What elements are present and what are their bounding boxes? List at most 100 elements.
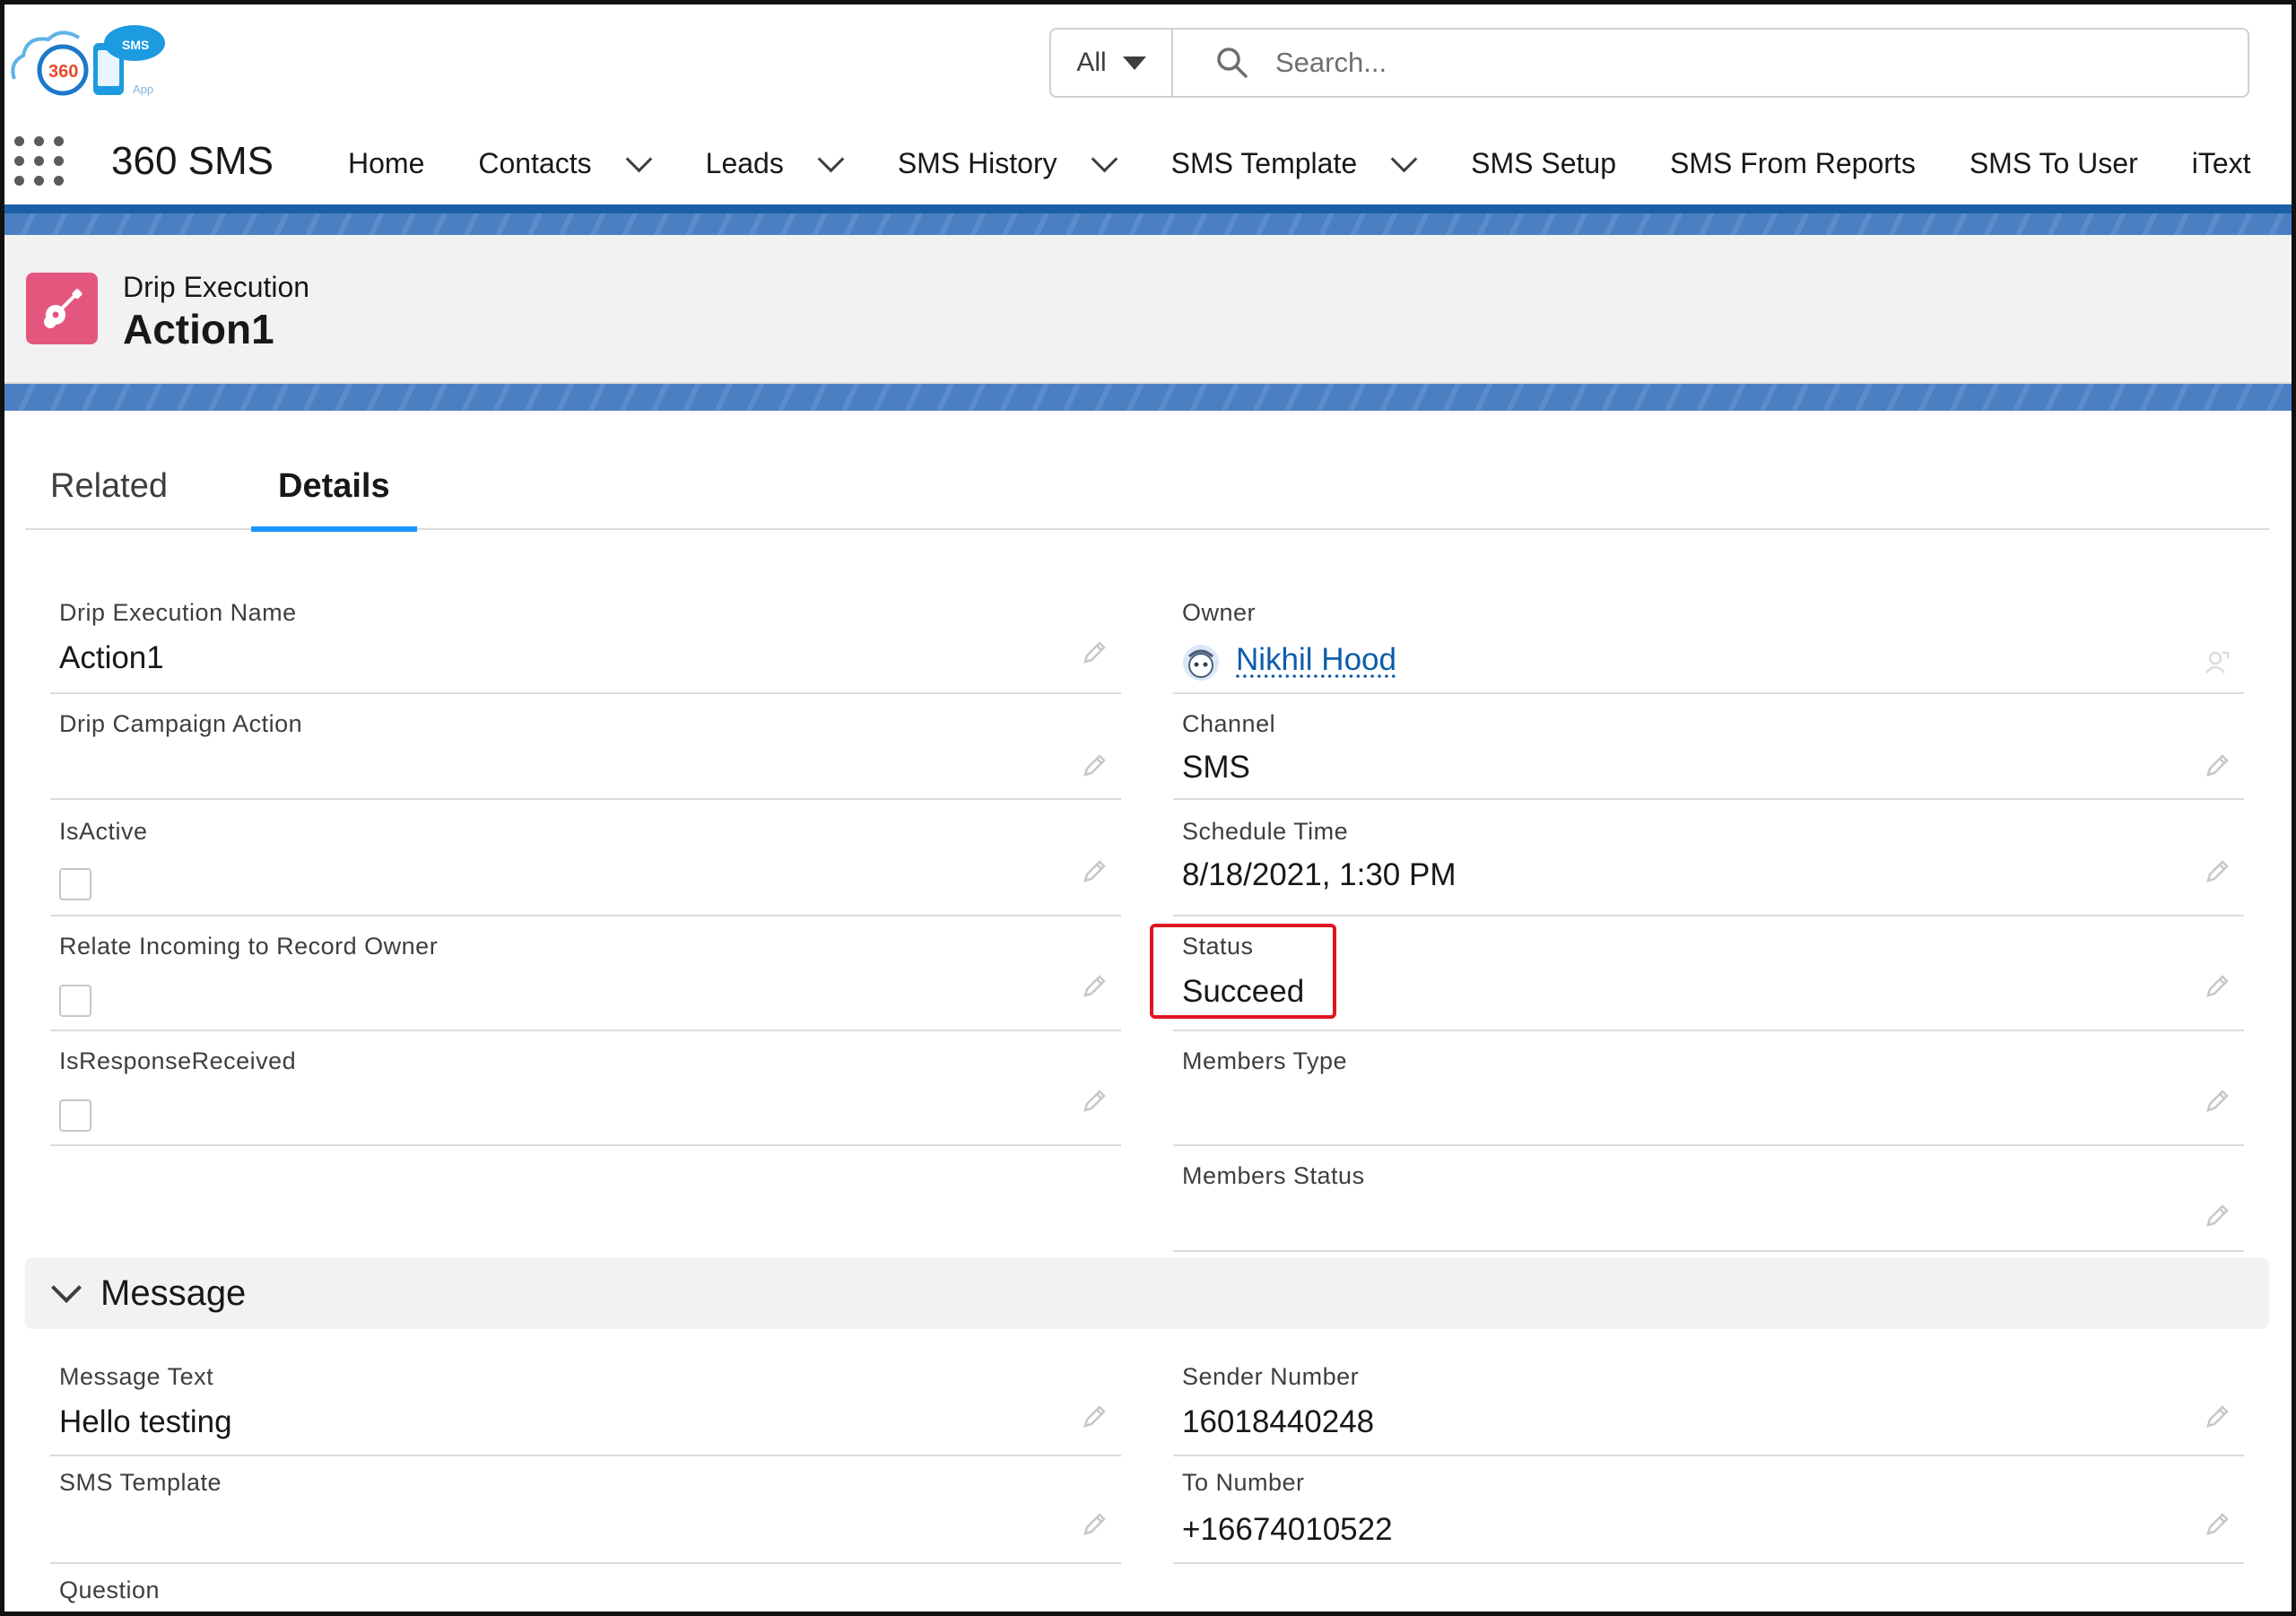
edit-pencil-icon[interactable] <box>2203 1202 2231 1230</box>
edit-pencil-icon[interactable] <box>1080 972 1109 1001</box>
chevron-down-icon[interactable] <box>1091 145 1118 172</box>
nav-item-sms-history[interactable]: SMS History <box>897 145 1118 180</box>
nav-item-label: SMS Setup <box>1471 146 1616 179</box>
nav-item-sms-template[interactable]: SMS Template <box>1170 145 1418 180</box>
field-value: 8/18/2021, 1:30 PM <box>1182 857 1457 892</box>
nav-item-label: Leads <box>705 146 784 179</box>
edit-pencil-icon[interactable] <box>2203 1087 2231 1116</box>
field-label: Owner <box>1182 599 1257 626</box>
field-sms-template: SMS Template <box>50 1465 1121 1564</box>
field-value: SMS <box>1182 750 1250 785</box>
global-search[interactable]: All Search... <box>1049 28 2249 98</box>
field-label: Drip Execution Name <box>59 599 297 626</box>
field-label: SMS Template <box>59 1469 222 1496</box>
nav-item-home[interactable]: Home <box>348 147 424 180</box>
edit-pencil-icon[interactable] <box>2203 752 2231 780</box>
chevron-down-icon[interactable] <box>817 145 845 172</box>
field-owner: Owner Nikhil Hood <box>1173 594 2244 694</box>
record-header: Drip Execution Action1 <box>4 235 2292 384</box>
app-logo: 360 SMS App <box>7 23 169 99</box>
field-members-type: Members Type <box>1173 1044 2244 1146</box>
nav-item-label: Home <box>348 146 425 179</box>
field-drip-execution-name: Drip Execution Name Action1 <box>50 594 1121 694</box>
field-label: IsResponseReceived <box>59 1047 297 1074</box>
edit-pencil-icon[interactable] <box>1080 639 1109 667</box>
nav-item-label: SMS Template <box>1170 146 1358 179</box>
field-drip-campaign-action: Drip Campaign Action <box>50 705 1121 800</box>
field-value: Action1 <box>59 640 164 675</box>
record-tabs: Related Details <box>25 462 2269 532</box>
nav-bar: Home Contacts Leads SMS History SMS Temp… <box>348 136 2296 190</box>
caret-down-icon <box>1122 56 1146 70</box>
section-message[interactable]: Message <box>25 1257 2269 1329</box>
edit-pencil-icon[interactable] <box>1080 1403 1109 1431</box>
field-question: Question <box>50 1573 1121 1616</box>
app-name: 360 SMS <box>111 139 274 183</box>
search-scope-dropdown[interactable]: All <box>1051 30 1173 96</box>
field-label: Message Text <box>59 1363 214 1390</box>
is-active-checkbox <box>59 868 91 900</box>
field-label: Sender Number <box>1182 1363 1360 1390</box>
field-label: Schedule Time <box>1182 818 1349 845</box>
field-channel: Channel SMS <box>1173 705 2244 800</box>
guitar-icon <box>26 273 98 344</box>
field-label: Members Status <box>1182 1162 1365 1189</box>
chevron-down-icon[interactable] <box>1390 145 1418 172</box>
field-label: Drip Campaign Action <box>59 710 303 737</box>
nav-item-label: Contacts <box>478 146 592 179</box>
section-title: Message <box>100 1273 247 1313</box>
field-label: IsActive <box>59 818 148 845</box>
field-is-active: IsActive <box>50 812 1121 917</box>
field-to-number: To Number +16674010522 <box>1173 1465 2244 1564</box>
nav-item-leads[interactable]: Leads <box>705 145 845 180</box>
record-object-type: Drip Execution <box>123 271 310 303</box>
field-sender-number: Sender Number 16018440248 <box>1173 1360 2244 1456</box>
field-value: Hello testing <box>59 1404 232 1439</box>
search-icon <box>1217 48 1248 78</box>
field-label: Members Type <box>1182 1047 1348 1074</box>
field-message-text: Message Text Hello testing <box>50 1360 1121 1456</box>
header-band <box>4 213 2292 235</box>
logo-badge: SMS <box>122 38 149 52</box>
avatar <box>1183 645 1219 681</box>
edit-pencil-icon[interactable] <box>1080 1087 1109 1116</box>
chevron-down-icon[interactable] <box>625 145 652 172</box>
nav-item-label: SMS History <box>897 146 1057 179</box>
change-owner-icon[interactable] <box>2203 647 2231 676</box>
nav-item-itext[interactable]: iText <box>2192 147 2251 180</box>
nav-item-label: SMS From Reports <box>1669 146 1916 179</box>
search-scope-label: All <box>1076 48 1107 77</box>
nav-item-sms-from-reports[interactable]: SMS From Reports <box>1670 147 1916 180</box>
nav-item-sms-to-user[interactable]: SMS To User <box>1970 147 2138 180</box>
nav-item-label: SMS To User <box>1969 146 2138 179</box>
nav-item-contacts[interactable]: Contacts <box>478 145 652 180</box>
chevron-down-icon[interactable] <box>51 1273 82 1303</box>
edit-pencil-icon[interactable] <box>1080 752 1109 780</box>
field-is-response-received: IsResponseReceived <box>50 1044 1121 1146</box>
field-label: To Number <box>1182 1469 1305 1496</box>
field-label: Relate Incoming to Record Owner <box>59 933 439 960</box>
field-label: Question <box>59 1577 161 1603</box>
field-label: Channel <box>1182 710 1276 737</box>
nav-item-sms-setup[interactable]: SMS Setup <box>1471 147 1616 180</box>
edit-pencil-icon[interactable] <box>2203 972 2231 1001</box>
field-members-status: Members Status <box>1173 1159 2244 1252</box>
tab-details[interactable]: Details <box>251 462 417 532</box>
header-band <box>4 384 2292 411</box>
relate-incoming-checkbox <box>59 985 91 1017</box>
edit-pencil-icon[interactable] <box>2203 857 2231 886</box>
record-title: Action1 <box>123 306 274 352</box>
logo-text: 360 <box>48 62 78 82</box>
app-launcher-icon[interactable] <box>14 136 65 187</box>
search-input[interactable]: Search... <box>1275 47 1387 79</box>
edit-pencil-icon[interactable] <box>1080 857 1109 886</box>
nav-item-label: iText <box>2191 146 2251 179</box>
edit-pencil-icon[interactable] <box>2203 1403 2231 1431</box>
field-value: +16674010522 <box>1182 1512 1393 1547</box>
field-value: 16018440248 <box>1182 1404 1375 1439</box>
status-highlight-box <box>1150 924 1336 1019</box>
edit-pencil-icon[interactable] <box>2203 1510 2231 1539</box>
edit-pencil-icon[interactable] <box>1080 1510 1109 1539</box>
tab-related[interactable]: Related <box>50 462 168 528</box>
owner-link[interactable]: Nikhil Hood <box>1236 642 1396 678</box>
